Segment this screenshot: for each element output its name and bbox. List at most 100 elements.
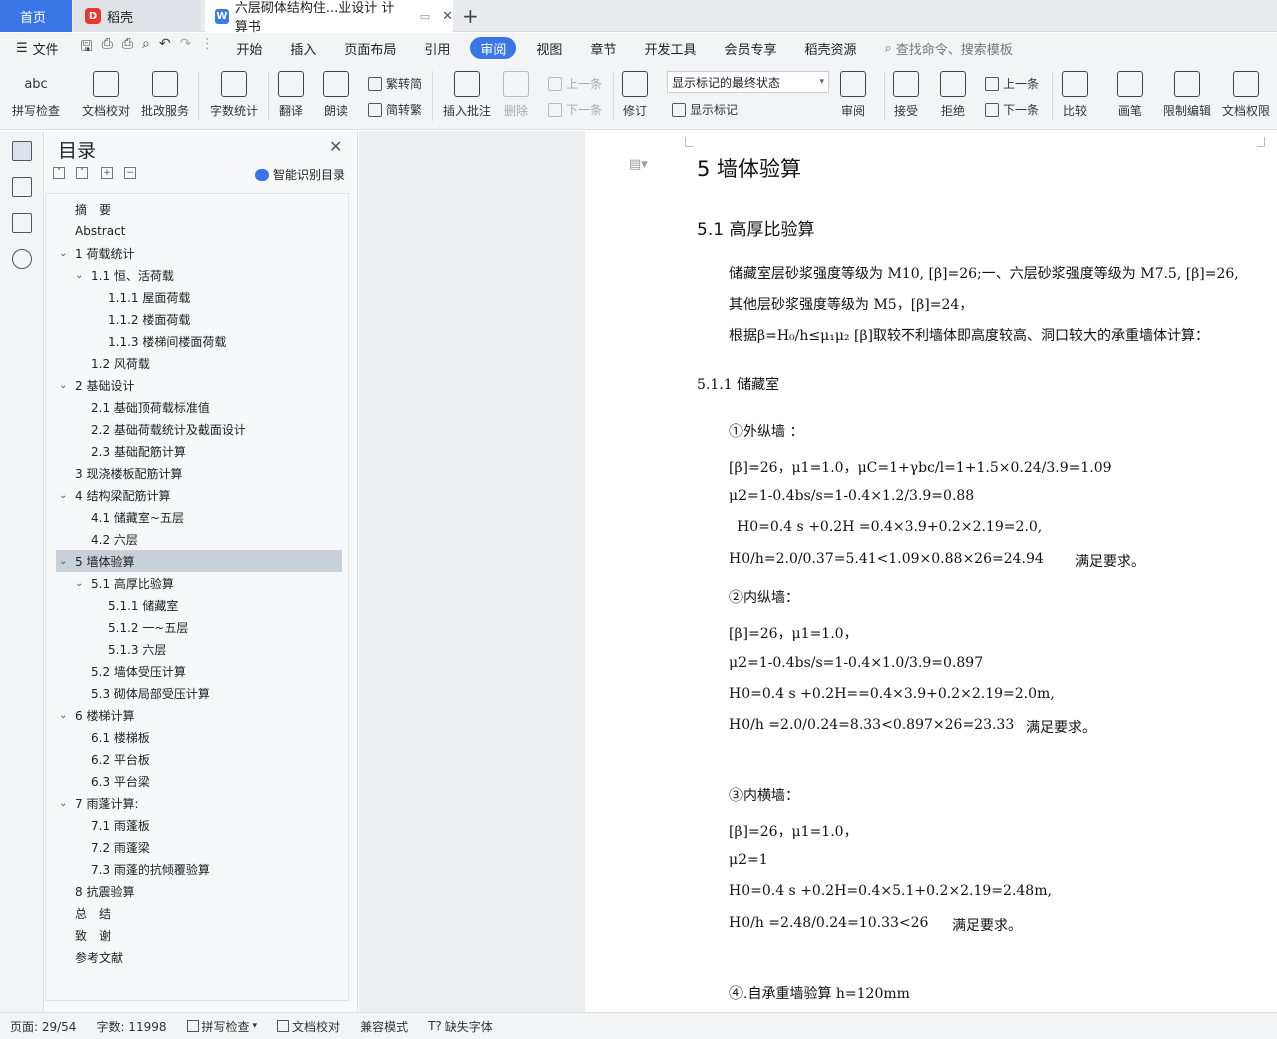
markup-state-select[interactable]: 显示标记的最终状态 ▾ [667, 71, 829, 93]
toc-item[interactable]: ⌄ 5 墙体验算 [56, 550, 342, 572]
menu-layout[interactable]: 页面布局 [330, 33, 410, 63]
undo-icon[interactable]: ↶ [159, 36, 171, 60]
export-pdf-icon[interactable]: ⎙ [102, 36, 113, 60]
smart-toc-button[interactable]: 智能识别目录 [255, 166, 345, 183]
chevron-down-icon[interactable]: ⌄ [59, 380, 67, 391]
toc-item[interactable]: ⌄ 1.1 恒、活荷载 [56, 264, 342, 286]
batch-service-button[interactable]: 批改服务 [141, 71, 189, 119]
chevron-down-icon[interactable]: ⌄ [59, 490, 67, 501]
toc-item[interactable]: ⌄ 4 结构梁配筋计算 [56, 484, 342, 506]
collapse-all-icon[interactable]: ˅ [53, 167, 65, 179]
toc-item[interactable]: 7.2 雨蓬梁 [56, 836, 342, 858]
save-icon[interactable]: 🖫 [81, 36, 93, 60]
toc-item[interactable]: 6.1 楼梯板 [56, 726, 342, 748]
tab-document[interactable]: W 六层砌体结构住...业设计 计算书 ▭ ✕ [205, 0, 453, 35]
toc-item[interactable]: ⌄ 6 楼梯计算 [56, 704, 342, 726]
toc-item[interactable]: Abstract [56, 220, 342, 242]
spell-check-status[interactable]: 拼写检查 ▾ [177, 1018, 268, 1035]
more-icon[interactable]: ⋮ [200, 36, 214, 60]
spell-check-button[interactable]: abc 拼写检查 [12, 71, 60, 119]
translate-button[interactable]: 翻译 [278, 71, 304, 119]
chevron-down-icon[interactable]: ⌄ [59, 248, 67, 259]
document-page[interactable]: ▤▾ 5 墙体验算 5.1 高厚比验算 储藏室层砂浆强度等级为 M10, [β]… [585, 131, 1277, 1012]
prev-change-button[interactable]: 上一条 [985, 75, 1039, 92]
compat-mode-status[interactable]: 兼容模式 [350, 1018, 418, 1035]
toc-item[interactable]: 5.2 墙体受压计算 [56, 660, 342, 682]
toc-item[interactable]: 2.3 基础配筋计算 [56, 440, 342, 462]
toc-item[interactable]: ⌄ 7 雨蓬计算: [56, 792, 342, 814]
chevron-down-icon[interactable]: ⌄ [75, 578, 83, 589]
search-icon[interactable] [12, 249, 32, 269]
read-aloud-button[interactable]: 朗读 [323, 71, 349, 119]
toc-item[interactable]: 2.1 基础顶荷载标准值 [56, 396, 342, 418]
toc-item[interactable]: 7.3 雨蓬的抗倾覆验算 [56, 858, 342, 880]
file-menu[interactable]: ☰ 文件 [0, 33, 73, 63]
menu-daoke-resources[interactable]: 稻壳资源 [790, 33, 870, 63]
next-change-button[interactable]: 下一条 [985, 101, 1039, 118]
toc-item[interactable]: 1.1.1 屋面荷载 [56, 286, 342, 308]
close-icon[interactable]: ✕ [329, 137, 342, 156]
toc-item[interactable]: 摘 要 [56, 198, 342, 220]
command-search[interactable]: ⌕ 查找命令、搜索模板 [870, 33, 1026, 63]
chevron-down-icon[interactable]: ⌄ [59, 710, 67, 721]
toc-item[interactable]: 参考文献 [56, 946, 342, 968]
remove-heading-icon[interactable]: − [124, 167, 136, 179]
toc-item[interactable]: 1.2 风荷载 [56, 352, 342, 374]
expand-up-icon[interactable]: ˄ [76, 167, 88, 179]
track-changes-button[interactable]: 修订 [622, 71, 648, 119]
menu-section[interactable]: 章节 [576, 33, 630, 63]
add-heading-icon[interactable]: + [101, 167, 113, 179]
menu-developer[interactable]: 开发工具 [630, 33, 710, 63]
print-icon[interactable]: ⎙ [122, 36, 133, 60]
compare-button[interactable]: 比较 [1062, 71, 1088, 119]
restrict-edit-button[interactable]: 限制编辑 [1163, 71, 1211, 119]
menu-review[interactable]: 审阅 [470, 37, 517, 59]
prev-comment-button[interactable]: 上一条 [548, 75, 602, 92]
menu-view[interactable]: 视图 [522, 33, 576, 63]
pen-button[interactable]: 画笔 [1117, 71, 1143, 119]
word-count-indicator[interactable]: 字数: 11998 [86, 1018, 176, 1035]
page-indicator[interactable]: 页面: 29/54 [0, 1018, 86, 1035]
redo-icon[interactable]: ↷ [180, 36, 192, 60]
menu-member[interactable]: 会员专享 [710, 33, 790, 63]
menu-insert[interactable]: 插入 [276, 33, 330, 63]
toc-item[interactable]: 1.1.3 楼梯间楼面荷载 [56, 330, 342, 352]
float-window-icon[interactable]: ▭ [420, 10, 430, 23]
chevron-down-icon[interactable]: ⌄ [59, 556, 67, 567]
chevron-down-icon[interactable]: ⌄ [59, 798, 67, 809]
toc-item[interactable]: 3 现浇楼板配筋计算 [56, 462, 342, 484]
menu-reference[interactable]: 引用 [410, 33, 464, 63]
doc-check-status[interactable]: 文档校对 [267, 1018, 350, 1035]
toc-item[interactable]: 2.2 基础荷载统计及截面设计 [56, 418, 342, 440]
toc-item[interactable]: 5.1.3 六层 [56, 638, 342, 660]
toc-item[interactable]: 致 谢 [56, 924, 342, 946]
word-count-button[interactable]: 字数统计 [210, 71, 258, 119]
toc-nav-icon[interactable] [12, 141, 32, 161]
bookmark-icon[interactable] [12, 213, 32, 233]
simp-to-trad-button[interactable]: 简转繁 [368, 101, 422, 118]
toc-item[interactable]: 1.1.2 楼面荷载 [56, 308, 342, 330]
delete-comment-button[interactable]: 删除 [503, 71, 529, 119]
accept-button[interactable]: 接受 [893, 71, 919, 119]
toc-item[interactable]: 4.2 六层 [56, 528, 342, 550]
toc-item[interactable]: 5.1.2 一~五层 [56, 616, 342, 638]
review-pane-button[interactable]: 审阅 [840, 71, 866, 119]
tab-home[interactable]: 首页 [0, 0, 72, 32]
toc-item[interactable]: 6.3 平台梁 [56, 770, 342, 792]
toc-item[interactable]: ⌄ 2 基础设计 [56, 374, 342, 396]
chapter-nav-icon[interactable] [12, 177, 32, 197]
trad-to-simp-button[interactable]: 繁转简 [368, 75, 422, 92]
toc-item[interactable]: 4.1 储藏室~五层 [56, 506, 342, 528]
toc-item[interactable]: 6.2 平台板 [56, 748, 342, 770]
tab-daoke[interactable]: D 稻壳 [73, 0, 201, 32]
next-comment-button[interactable]: 下一条 [548, 101, 602, 118]
doc-check-button[interactable]: 文档校对 [82, 71, 130, 119]
doc-permission-button[interactable]: 文档权限 [1222, 71, 1270, 119]
reject-button[interactable]: 拒绝 [940, 71, 966, 119]
paragraph-marker-icon[interactable]: ▤▾ [629, 157, 648, 172]
insert-comment-button[interactable]: 插入批注 [443, 71, 491, 119]
close-tab-icon[interactable]: ✕ [442, 9, 453, 24]
print-preview-icon[interactable]: ⌕ [142, 36, 150, 60]
missing-font-status[interactable]: T? 缺失字体 [418, 1018, 503, 1035]
chevron-down-icon[interactable]: ⌄ [75, 270, 83, 281]
